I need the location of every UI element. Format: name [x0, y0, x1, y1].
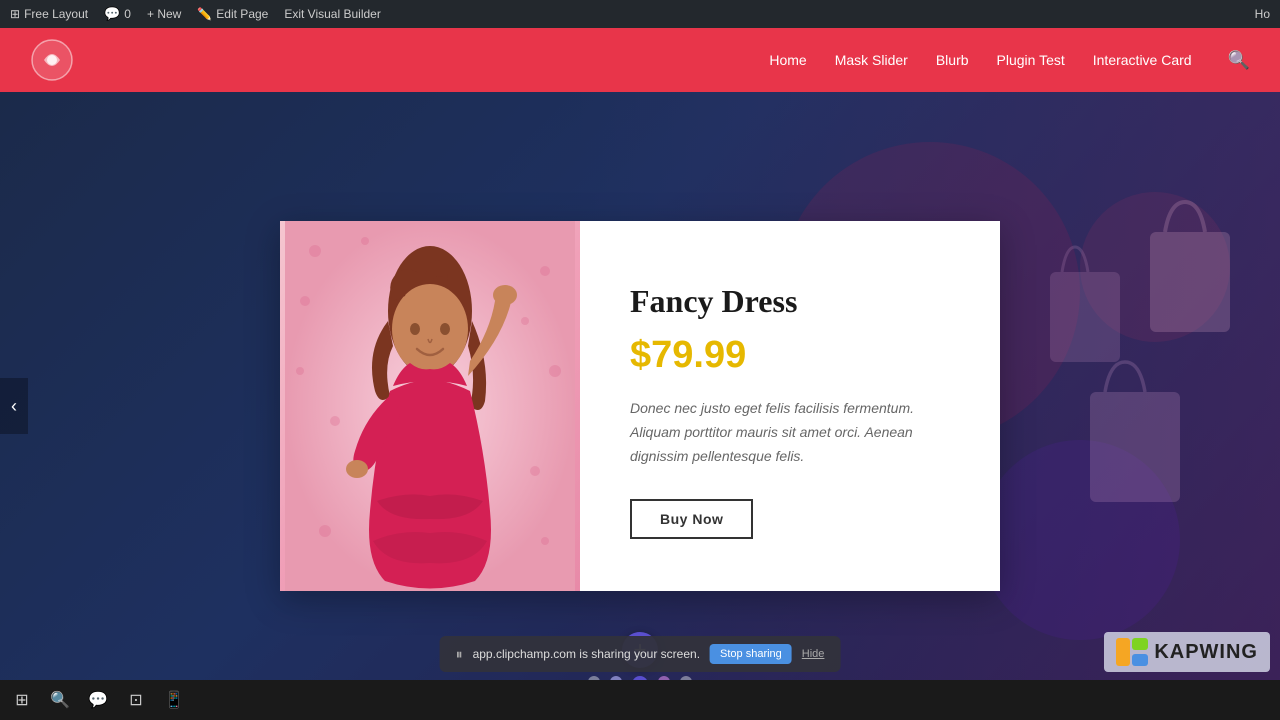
pause-icon: ⏸ [456, 646, 463, 663]
kapwing-watermark: KAPWING [1104, 632, 1270, 672]
product-image [280, 221, 580, 591]
toolbar-grid-icon[interactable]: ⊞ [10, 688, 34, 712]
new-btn[interactable]: + New [147, 7, 181, 21]
admin-bar-right: Ho [1255, 7, 1270, 21]
buy-now-button[interactable]: Buy Now [630, 499, 753, 539]
kapwing-text: KAPWING [1154, 641, 1258, 664]
bottom-toolbar: ⊞ 🔍 💬 ⊡ 📱 [0, 680, 1280, 720]
toolbar-window-icon[interactable]: ⊡ [124, 688, 148, 712]
prev-slide-arrow[interactable]: ‹ [0, 378, 28, 434]
toolbar-chat-icon[interactable]: 💬 [86, 688, 110, 712]
product-card: Fancy Dress $79.99 Donec nec justo eget … [280, 221, 1000, 591]
logo-area [30, 38, 74, 82]
hide-notification-button[interactable]: Hide [802, 648, 825, 660]
product-name: Fancy Dress [630, 283, 960, 320]
comments-count: 0 [124, 7, 131, 21]
admin-bar: ⊞ Free Layout 💬 0 + New ✏️ Edit Page Exi… [0, 0, 1280, 28]
exit-builder-label: Exit Visual Builder [284, 7, 381, 21]
layout-icon: ⊞ [10, 7, 20, 21]
pencil-icon: ✏️ [197, 7, 212, 21]
site-header: Home Mask Slider Blurb Plugin Test Inter… [0, 28, 1280, 92]
new-label: + New [147, 7, 181, 21]
toolbar-search-icon[interactable]: 🔍 [48, 688, 72, 712]
product-info: Fancy Dress $79.99 Donec nec justo eget … [580, 221, 1000, 591]
comments-icon: 💬 [104, 6, 120, 22]
product-description: Donec nec justo eget felis facilisis fer… [630, 397, 960, 468]
nav-mask-slider[interactable]: Mask Slider [835, 52, 908, 68]
logo-icon [30, 38, 74, 82]
kapwing-logo-icon [1116, 638, 1148, 666]
screen-share-notification: ⏸ app.clipchamp.com is sharing your scre… [440, 636, 841, 672]
exit-builder-btn[interactable]: Exit Visual Builder [284, 7, 381, 21]
edit-page-btn[interactable]: ✏️ Edit Page [197, 7, 268, 21]
hero-section: ‹ [0, 92, 1280, 720]
product-model-illustration [285, 221, 575, 591]
toolbar-phone-icon[interactable]: 📱 [162, 688, 186, 712]
site-nav: Home Mask Slider Blurb Plugin Test Inter… [769, 50, 1250, 71]
nav-home[interactable]: Home [769, 52, 806, 68]
search-icon[interactable]: 🔍 [1228, 50, 1250, 71]
bg-shopping-bags [1030, 172, 1250, 572]
comments-btn[interactable]: 💬 0 [104, 6, 131, 22]
nav-plugin-test[interactable]: Plugin Test [997, 52, 1065, 68]
product-price: $79.99 [630, 334, 960, 377]
free-layout-label: Free Layout [24, 7, 88, 21]
stop-sharing-button[interactable]: Stop sharing [710, 644, 792, 664]
free-layout-btn[interactable]: ⊞ Free Layout [10, 7, 88, 21]
screen-share-message: app.clipchamp.com is sharing your screen… [473, 647, 700, 661]
nav-interactive-card[interactable]: Interactive Card [1093, 52, 1192, 68]
edit-page-label: Edit Page [216, 7, 268, 21]
nav-blurb[interactable]: Blurb [936, 52, 969, 68]
